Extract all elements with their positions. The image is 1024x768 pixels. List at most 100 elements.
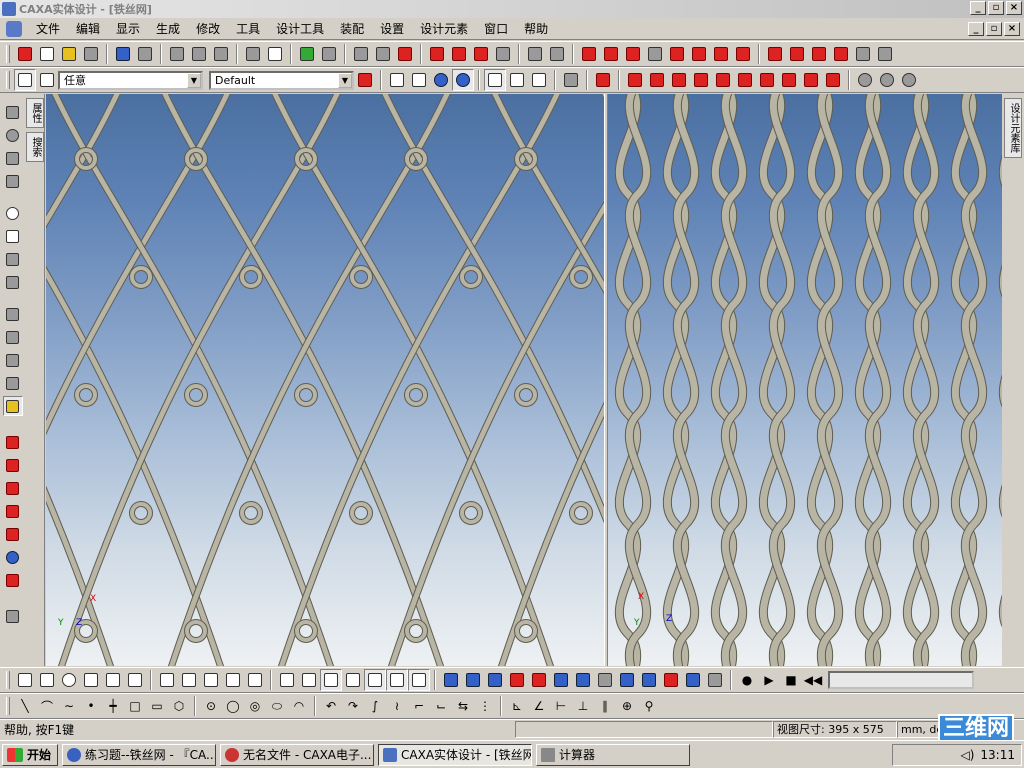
eyedropper-icon[interactable] <box>3 606 23 626</box>
sketch-feature-3-icon[interactable] <box>484 669 506 691</box>
loft-icon[interactable] <box>492 43 514 65</box>
tab-design-element-library[interactable]: 设计元素库 <box>1004 98 1022 158</box>
doc-minimize-button[interactable]: _ <box>968 22 984 36</box>
menu-window[interactable]: 窗口 <box>476 19 516 39</box>
dot-grid-icon[interactable] <box>80 669 102 691</box>
copy-icon[interactable] <box>188 43 210 65</box>
fill-icon[interactable] <box>394 43 416 65</box>
zoom-icon[interactable] <box>3 203 23 223</box>
polygon-draw-icon[interactable] <box>102 669 124 691</box>
dimension-radius-icon[interactable] <box>408 669 430 691</box>
shell-icon[interactable] <box>732 43 754 65</box>
horizontal-icon[interactable]: ⊢ <box>550 695 572 717</box>
clock[interactable]: 13:11 <box>980 748 1015 762</box>
move-icon[interactable] <box>3 102 23 122</box>
look-at-icon[interactable] <box>3 249 23 269</box>
delete-line-icon[interactable] <box>200 669 222 691</box>
menu-tools[interactable]: 工具 <box>228 19 268 39</box>
extend-icon[interactable] <box>178 669 200 691</box>
redo-icon[interactable] <box>134 43 156 65</box>
new-design-icon[interactable] <box>14 43 36 65</box>
pick-filter-icon[interactable] <box>36 69 58 91</box>
iso-view-3-icon[interactable] <box>800 69 822 91</box>
material-icon[interactable] <box>876 69 898 91</box>
arc-3pt-icon[interactable]: ↶ <box>320 695 342 717</box>
sketch-feature-2-icon[interactable] <box>462 669 484 691</box>
realistic-shade-icon[interactable] <box>452 69 474 91</box>
menu-generate[interactable]: 生成 <box>148 19 188 39</box>
arrow-tool-icon[interactable] <box>578 43 600 65</box>
front-view-icon[interactable] <box>624 69 646 91</box>
rectangle-icon[interactable]: □ <box>124 695 146 717</box>
circle-center-icon[interactable]: ⊙ <box>200 695 222 717</box>
menu-settings[interactable]: 设置 <box>372 19 412 39</box>
cut-icon[interactable] <box>166 43 188 65</box>
chain-link-mesh-side-view[interactable] <box>608 94 1002 666</box>
selection-filter-select[interactable]: 任意 ▼ <box>58 70 203 90</box>
task-button-caxa-electronic[interactable]: 无名文件 - CAXA电子... <box>220 743 375 766</box>
square-icon[interactable]: ▭ <box>146 695 168 717</box>
cylinder-view-icon[interactable] <box>528 69 550 91</box>
toolbar-grip[interactable] <box>6 671 10 689</box>
polyline-icon[interactable]: ⌒ <box>36 695 58 717</box>
menu-view[interactable]: 显示 <box>108 19 148 39</box>
angle-2d-icon[interactable]: ∠ <box>528 695 550 717</box>
bezier-icon[interactable]: ≀ <box>386 695 408 717</box>
snap-icon[interactable] <box>124 669 146 691</box>
smooth-shade-icon[interactable] <box>430 69 452 91</box>
walk-icon[interactable] <box>3 171 23 191</box>
task-button-calculator[interactable]: 计算器 <box>536 743 691 766</box>
text-icon[interactable] <box>524 43 546 65</box>
menu-modify[interactable]: 修改 <box>188 19 228 39</box>
animation-slider[interactable] <box>828 671 974 689</box>
boolean-union-icon[interactable] <box>764 43 786 65</box>
sketch-feature-8-icon[interactable] <box>594 669 616 691</box>
perpendicular-icon[interactable] <box>244 669 266 691</box>
measure-icon[interactable] <box>852 43 874 65</box>
align-icon[interactable] <box>622 43 644 65</box>
fix-icon[interactable]: ⚲ <box>638 695 660 717</box>
smart-dimension-icon[interactable] <box>546 43 568 65</box>
sketch-feature-4-icon[interactable] <box>506 669 528 691</box>
sketch-feature-10-icon[interactable] <box>638 669 660 691</box>
hidden-line-icon[interactable] <box>408 69 430 91</box>
point-icon[interactable]: • <box>80 695 102 717</box>
rewind-icon[interactable]: ◀◀ <box>802 669 824 691</box>
zoom-window-icon[interactable] <box>3 226 23 246</box>
left-viewport[interactable]: X Y Z <box>46 94 604 666</box>
split-face-icon[interactable] <box>3 501 23 521</box>
bottom-view-icon[interactable] <box>734 69 756 91</box>
fit-all-icon[interactable] <box>3 272 23 292</box>
wireframe-icon[interactable] <box>386 69 408 91</box>
arc-icon[interactable]: ◠ <box>288 695 310 717</box>
sweep-icon[interactable] <box>470 43 492 65</box>
vertical-icon[interactable]: ⊥ <box>572 695 594 717</box>
coincident-icon[interactable]: ⊕ <box>616 695 638 717</box>
camera-icon[interactable] <box>3 304 23 324</box>
boolean-intersect-icon[interactable] <box>808 43 830 65</box>
chevron-down-icon[interactable]: ▼ <box>187 72 201 88</box>
mirror-icon[interactable] <box>688 43 710 65</box>
new-file-icon[interactable] <box>36 43 58 65</box>
face-move-icon[interactable] <box>600 43 622 65</box>
task-button-forum[interactable]: 练习题--铁丝网 - 『CA... <box>62 743 217 766</box>
dimension-v-icon[interactable] <box>364 669 386 691</box>
print-icon[interactable] <box>264 43 286 65</box>
menu-design-elements[interactable]: 设计元素 <box>412 19 476 39</box>
restore-button[interactable]: ▫ <box>988 1 1004 15</box>
hexagon-icon[interactable]: ⬡ <box>168 695 190 717</box>
iso-view-1-icon[interactable] <box>756 69 778 91</box>
style-select[interactable]: Default ▼ <box>209 70 354 90</box>
dimension-h-icon[interactable] <box>342 669 364 691</box>
sketch-grid-icon[interactable] <box>36 669 58 691</box>
mirror-2d-icon[interactable]: ⇆ <box>452 695 474 717</box>
minimize-button[interactable]: _ <box>970 1 986 15</box>
start-button[interactable]: 开始 <box>2 743 59 766</box>
menu-design-tools[interactable]: 设计工具 <box>268 19 332 39</box>
sketch-plane-icon[interactable] <box>14 669 36 691</box>
sketch-feature-9-icon[interactable] <box>616 669 638 691</box>
fillet-2d-icon[interactable]: ⌐ <box>408 695 430 717</box>
close-button[interactable]: × <box>1006 1 1022 15</box>
sketch-feature-12-icon[interactable] <box>682 669 704 691</box>
play-icon[interactable]: ▶ <box>758 669 780 691</box>
